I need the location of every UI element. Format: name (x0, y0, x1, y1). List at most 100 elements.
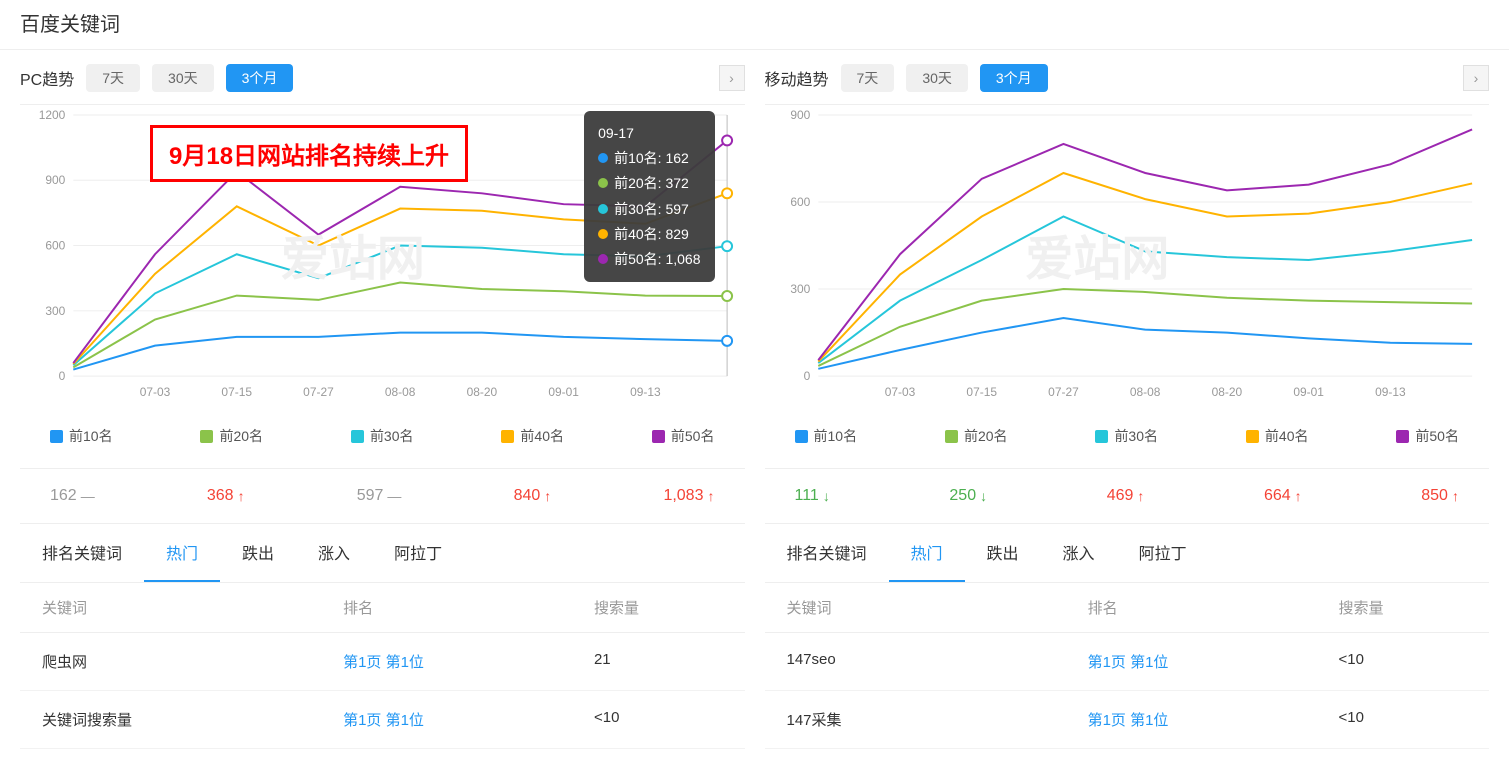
chart-area: 爱站网0300600900120007-0307-1507-2708-0808-… (20, 104, 745, 404)
tab-item[interactable]: 阿拉丁 (1117, 524, 1209, 582)
trend-icon: ↓ (980, 488, 987, 504)
svg-text:08-08: 08-08 (385, 385, 416, 399)
stat-value: 368 (207, 487, 234, 505)
svg-text:09-13: 09-13 (630, 385, 661, 399)
legend-item[interactable]: 前40名 (501, 426, 564, 446)
table-row: 关键词搜索量第1页 第1位<10 (20, 691, 745, 749)
legend-label: 前20名 (219, 426, 263, 446)
period-button[interactable]: 7天 (86, 64, 140, 92)
stat-item: 250↓ (949, 487, 987, 505)
legend-item[interactable]: 前20名 (945, 426, 1008, 446)
tab-item[interactable]: 排名关键词 (765, 524, 889, 582)
tab-item[interactable]: 阿拉丁 (372, 524, 464, 582)
legend-item[interactable]: 前30名 (351, 426, 414, 446)
svg-text:07-15: 07-15 (966, 385, 997, 399)
legend-swatch (50, 430, 63, 443)
trend-icon: ↑ (1295, 488, 1302, 504)
chart-legend: 前10名 前20名 前30名 前40名 前50名 (765, 404, 1490, 469)
cell-keyword: 关键词搜索量 (20, 709, 343, 730)
legend-label: 前30名 (370, 426, 414, 446)
trend-header: PC趋势 7天 30天 3个月 › (20, 50, 745, 104)
cell-rank[interactable]: 第1页 第1位 (1088, 651, 1339, 672)
cell-keyword: 147采集 (765, 709, 1088, 730)
tab-item[interactable]: 热门 (144, 524, 220, 582)
chevron-right-icon[interactable]: › (719, 65, 745, 91)
legend-swatch (1396, 430, 1409, 443)
svg-text:07-27: 07-27 (303, 385, 334, 399)
col-header-keyword: 关键词 (20, 597, 343, 618)
svg-text:1200: 1200 (39, 108, 66, 122)
svg-text:600: 600 (790, 195, 810, 209)
legend-item[interactable]: 前10名 (795, 426, 858, 446)
col-header-volume: 搜索量 (1338, 597, 1489, 618)
stat-item: 1,083↑ (663, 487, 714, 505)
legend-swatch (1246, 430, 1259, 443)
tooltip-row: 前50名: 1,068 (598, 247, 700, 272)
period-button[interactable]: 7天 (841, 64, 895, 92)
legend-item[interactable]: 前50名 (652, 426, 715, 446)
legend-item[interactable]: 前20名 (200, 426, 263, 446)
tab-item[interactable]: 热门 (889, 524, 965, 582)
legend-label: 前50名 (671, 426, 715, 446)
trend-icon: ↑ (238, 488, 245, 504)
chevron-right-icon[interactable]: › (1463, 65, 1489, 91)
cell-volume: 21 (594, 651, 745, 672)
stats-row: 162—368↑597—840↑1,083↑ (20, 469, 745, 524)
period-button[interactable]: 3个月 (980, 64, 1048, 92)
svg-text:09-01: 09-01 (548, 385, 579, 399)
tab-item[interactable]: 涨入 (1041, 524, 1117, 582)
stat-item: 162— (50, 487, 95, 505)
svg-text:900: 900 (45, 173, 65, 187)
legend-swatch (351, 430, 364, 443)
svg-text:07-15: 07-15 (221, 385, 252, 399)
svg-text:0: 0 (803, 369, 810, 383)
table-row: 爬虫网第1页 第1位21 (20, 633, 745, 691)
mobile-panel: 移动趋势7天30天3个月›爱站网030060090007-0307-1507-2… (765, 50, 1490, 749)
tooltip-row: 前10名: 162 (598, 146, 700, 171)
stat-item: 850↑ (1421, 487, 1459, 505)
cell-keyword: 147seo (765, 651, 1088, 672)
svg-text:08-20: 08-20 (1211, 385, 1242, 399)
cell-volume: <10 (1338, 709, 1489, 730)
stat-value: 250 (949, 487, 976, 505)
tab-item[interactable]: 跌出 (965, 524, 1041, 582)
tab-item[interactable]: 跌出 (220, 524, 296, 582)
tooltip-row: 前40名: 829 (598, 222, 700, 247)
stat-item: 111↓ (795, 487, 830, 505)
keyword-tabs: 排名关键词热门跌出涨入阿拉丁 (765, 524, 1490, 583)
stat-value: 850 (1421, 487, 1448, 505)
tab-item[interactable]: 排名关键词 (20, 524, 144, 582)
legend-item[interactable]: 前50名 (1396, 426, 1459, 446)
legend-swatch (1095, 430, 1108, 443)
col-header-volume: 搜索量 (594, 597, 745, 618)
cell-rank[interactable]: 第1页 第1位 (343, 709, 594, 730)
period-button[interactable]: 30天 (152, 64, 214, 92)
trend-icon: — (81, 488, 95, 504)
cell-rank[interactable]: 第1页 第1位 (343, 651, 594, 672)
trend-title: PC趋势 (20, 66, 74, 90)
col-header-rank: 排名 (1088, 597, 1339, 618)
legend-item[interactable]: 前30名 (1095, 426, 1158, 446)
tab-item[interactable]: 涨入 (296, 524, 372, 582)
period-button[interactable]: 3个月 (226, 64, 294, 92)
svg-text:900: 900 (790, 108, 810, 122)
stat-item: 469↑ (1107, 487, 1145, 505)
stat-value: 664 (1264, 487, 1291, 505)
tooltip-row: 前20名: 372 (598, 171, 700, 196)
line-chart: 030060090007-0307-1507-2708-0808-2009-01… (765, 105, 1490, 404)
legend-item[interactable]: 前40名 (1246, 426, 1309, 446)
period-button[interactable]: 30天 (906, 64, 968, 92)
stat-item: 368↑ (207, 487, 245, 505)
cell-rank[interactable]: 第1页 第1位 (1088, 709, 1339, 730)
legend-item[interactable]: 前10名 (50, 426, 113, 446)
table-header: 关键词排名搜索量 (20, 583, 745, 633)
table-row: 147seo第1页 第1位<10 (765, 633, 1490, 691)
cell-volume: <10 (1338, 651, 1489, 672)
stat-value: 162 (50, 487, 77, 505)
legend-label: 前50名 (1415, 426, 1459, 446)
trend-title: 移动趋势 (765, 66, 829, 90)
pc-panel: PC趋势7天30天3个月›爱站网0300600900120007-0307-15… (20, 50, 745, 749)
legend-label: 前40名 (520, 426, 564, 446)
svg-text:08-08: 08-08 (1129, 385, 1160, 399)
stat-value: 840 (514, 487, 541, 505)
